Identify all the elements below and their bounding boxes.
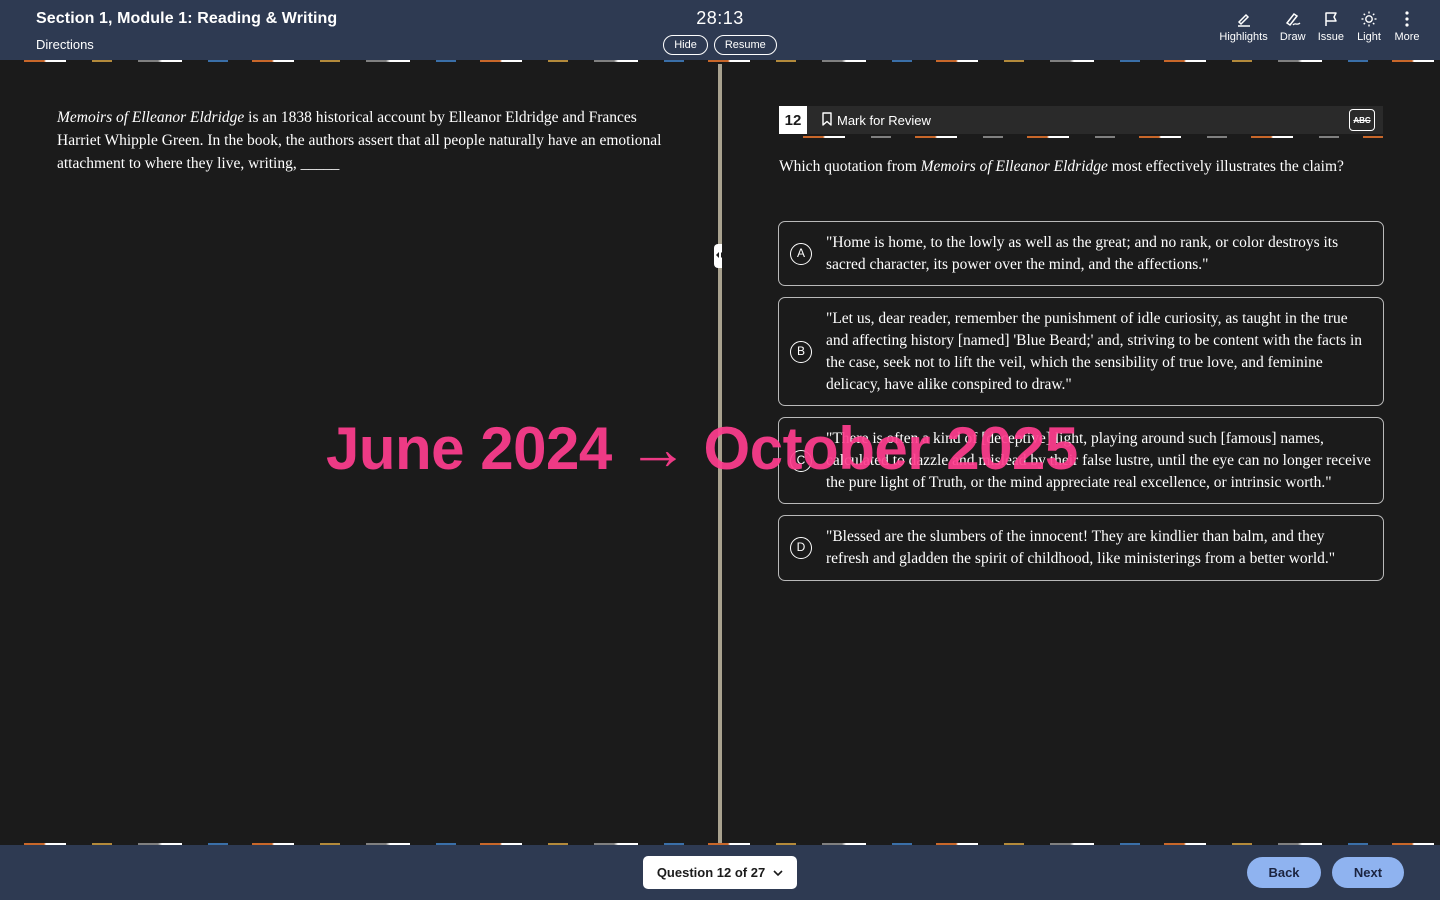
highlights-label: Highlights — [1219, 31, 1268, 43]
question-navigator-label: Question 12 of 27 — [656, 865, 766, 880]
choice-a-letter: A — [790, 242, 812, 265]
question-number: 12 — [779, 106, 807, 134]
header-divider-stripe — [0, 60, 1440, 62]
choice-a-text: "Home is home, to the lowly as well as t… — [826, 234, 1339, 273]
issue-label: Issue — [1317, 31, 1344, 43]
resume-button[interactable]: Resume — [713, 35, 777, 55]
choice-a[interactable]: A "Home is home, to the lowly as well as… — [778, 221, 1384, 287]
passage-book-title: Memoirs of Elleanor Eldridge — [57, 109, 245, 126]
light-tool[interactable]: Light — [1356, 8, 1382, 43]
prompt-book-title: Memoirs of Elleanor Eldridge — [920, 158, 1108, 175]
answer-choices: A "Home is home, to the lowly as well as… — [778, 221, 1384, 592]
choice-d-text: "Blessed are the slumbers of the innocen… — [826, 528, 1336, 568]
answer-eliminator-button[interactable]: ABC — [1349, 109, 1375, 131]
prompt-after: most effectively illustrates the claim? — [1107, 158, 1344, 175]
prompt-before: Which quotation from — [779, 158, 921, 175]
header-bar: Section 1, Module 1: Reading & Writing D… — [0, 0, 1440, 62]
choice-b-text: "Let us, dear reader, remember the punis… — [826, 310, 1363, 393]
hide-timer-button[interactable]: Hide — [663, 35, 708, 55]
choice-b[interactable]: B "Let us, dear reader, remember the pun… — [778, 297, 1384, 407]
question-header: 12 Mark for Review ABC — [779, 106, 1383, 134]
pencil-draw-icon — [1284, 8, 1302, 30]
more-tool[interactable]: More — [1394, 8, 1420, 43]
highlight-pen-icon — [1235, 8, 1253, 30]
mark-for-review-label: Mark for Review — [837, 112, 931, 128]
mark-for-review-button[interactable]: Mark for Review — [821, 106, 931, 134]
draw-tool[interactable]: Draw — [1280, 8, 1306, 43]
vertical-ellipsis-icon — [1398, 8, 1416, 30]
issue-tool[interactable]: Issue — [1318, 8, 1344, 43]
next-button[interactable]: Next — [1332, 857, 1404, 888]
choice-d[interactable]: D "Blessed are the slumbers of the innoc… — [778, 515, 1384, 581]
date-range-overlay: June 2024 → October 2025 — [326, 415, 1078, 482]
question-navigator-button[interactable]: Question 12 of 27 — [643, 856, 797, 889]
chevron-down-icon — [773, 865, 783, 880]
bookmark-icon — [821, 111, 833, 129]
choice-d-letter: D — [790, 537, 812, 560]
footer-bar: Question 12 of 27 Back Next — [0, 845, 1440, 900]
light-label: Light — [1357, 31, 1381, 43]
sun-icon — [1360, 8, 1378, 30]
flag-icon — [1322, 8, 1340, 30]
passage-text: Memoirs of Elleanor Eldridge is an 1838 … — [57, 106, 667, 175]
question-prompt: Which quotation from Memoirs of Elleanor… — [779, 156, 1379, 178]
toolbar: Highlights Draw Issue Light More — [1219, 8, 1420, 43]
highlights-tool[interactable]: Highlights — [1219, 8, 1268, 43]
test-app: Section 1, Module 1: Reading & Writing D… — [0, 0, 1440, 900]
more-label: More — [1394, 31, 1420, 43]
choice-b-letter: B — [790, 340, 812, 363]
back-button[interactable]: Back — [1247, 857, 1321, 888]
question-header-stripe — [779, 136, 1383, 138]
draw-label: Draw — [1279, 31, 1306, 43]
